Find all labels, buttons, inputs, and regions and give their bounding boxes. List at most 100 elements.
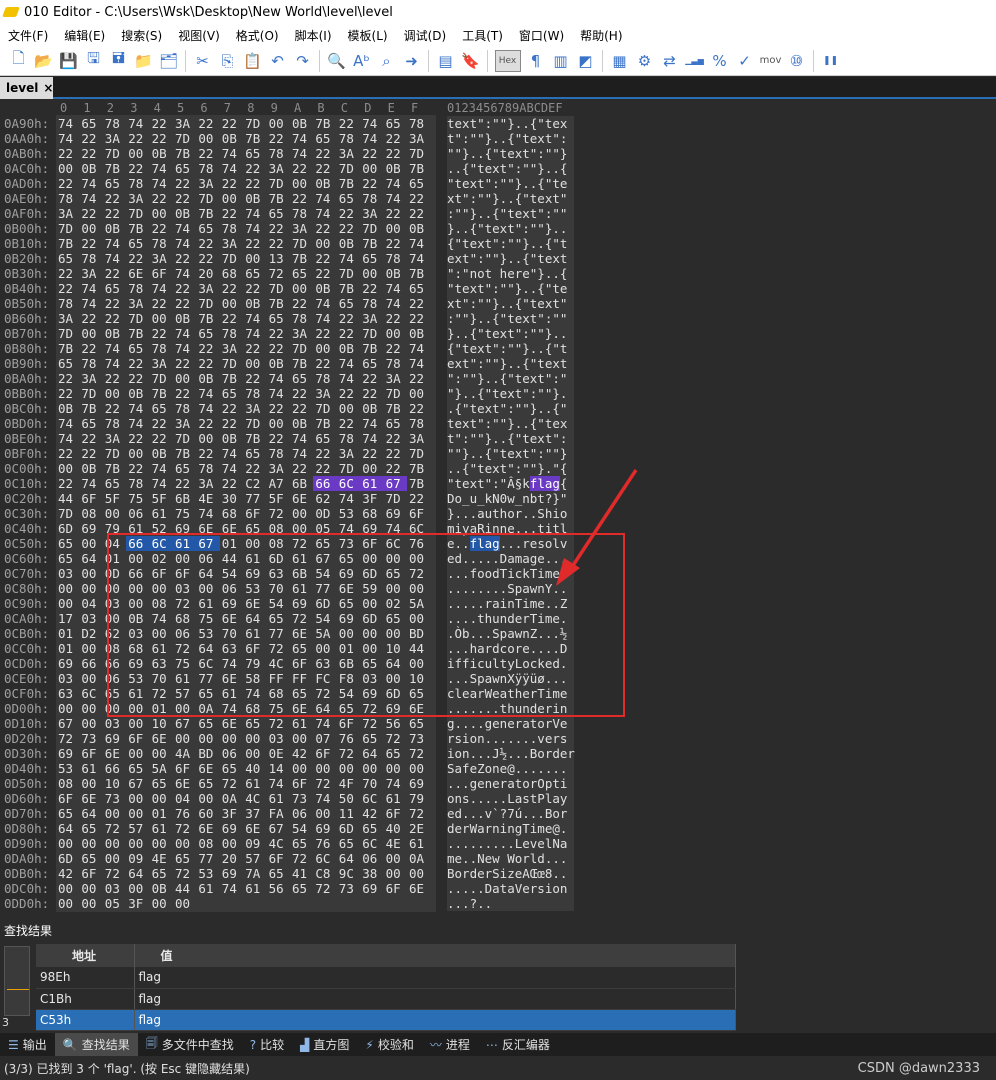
hex-byte[interactable]: C2 <box>245 476 268 491</box>
hex-byte[interactable]: 01 <box>339 641 362 656</box>
hex-byte[interactable]: 66 <box>105 656 128 671</box>
hex-byte[interactable]: 22 <box>269 236 292 251</box>
hex-byte[interactable]: 74 <box>198 401 221 416</box>
hex-byte[interactable]: 0B <box>292 416 315 431</box>
result-row[interactable]: 98Eh flag <box>36 967 736 989</box>
hex-byte[interactable]: 7D <box>292 341 315 356</box>
hex-byte[interactable]: 7B <box>58 341 81 356</box>
hex-byte[interactable]: 22 <box>81 431 104 446</box>
hex-byte[interactable]: 64 <box>386 656 409 671</box>
hex-byte[interactable]: 3A <box>315 386 338 401</box>
hex-byte[interactable]: 22 <box>315 251 338 266</box>
hex-byte[interactable]: 22 <box>386 341 409 356</box>
hex-byte[interactable]: 3A <box>128 191 151 206</box>
hex-byte[interactable]: 54 <box>315 566 338 581</box>
hex-byte[interactable]: 22 <box>386 431 409 446</box>
hex-byte[interactable]: 22 <box>339 386 362 401</box>
paragraph-icon[interactable]: ¶ <box>526 51 546 71</box>
tab-level[interactable]: level × <box>0 77 53 99</box>
hex-byte[interactable]: 76 <box>409 536 432 551</box>
menu-item-8[interactable]: 工具(T) <box>454 27 511 44</box>
hex-byte[interactable]: 75 <box>128 491 151 506</box>
menu-item-7[interactable]: 调试(D) <box>396 27 455 44</box>
hex-byte[interactable]: 0B <box>152 146 175 161</box>
hex-byte[interactable]: 61 <box>198 881 221 896</box>
ascii-text[interactable]: "text":"Â§kflag{ <box>447 476 574 491</box>
hex-byte[interactable]: 00 <box>222 191 245 206</box>
hex-byte[interactable]: 65 <box>245 446 268 461</box>
hex-byte[interactable]: 00 <box>81 536 104 551</box>
hex-byte[interactable]: 6E <box>245 596 268 611</box>
hex-byte[interactable]: 74 <box>245 686 268 701</box>
hex-byte[interactable]: 73 <box>409 731 432 746</box>
hex-byte[interactable]: 00 <box>292 521 315 536</box>
hex-byte[interactable]: 08 <box>105 641 128 656</box>
hex-byte[interactable]: 00 <box>362 626 385 641</box>
hex-byte[interactable]: 00 <box>222 296 245 311</box>
ascii-text[interactable]: BorderSizeAŒœ8.. <box>447 866 574 881</box>
hex-byte[interactable]: 62 <box>315 491 338 506</box>
hex-byte[interactable]: 78 <box>152 341 175 356</box>
hex-byte[interactable]: 65 <box>409 716 432 731</box>
hex-byte[interactable]: 22 <box>362 446 385 461</box>
hex-byte[interactable]: 65 <box>105 686 128 701</box>
hex-byte[interactable]: 03 <box>105 596 128 611</box>
hex-byte[interactable]: 7B <box>175 146 198 161</box>
hex-byte[interactable]: 54 <box>222 566 245 581</box>
hex-byte[interactable]: 00 <box>128 446 151 461</box>
hex-byte[interactable]: 00 <box>175 896 198 911</box>
hex-byte[interactable]: 4E <box>152 851 175 866</box>
hex-byte[interactable]: 6D <box>386 686 409 701</box>
hex-byte[interactable]: 22 <box>152 131 175 146</box>
hex-byte[interactable]: 22 <box>105 401 128 416</box>
hex-byte[interactable]: 61 <box>173 536 197 551</box>
hex-byte[interactable]: 3A <box>198 476 221 491</box>
ascii-text[interactable]: text":""}..{"tex <box>447 416 574 431</box>
hex-byte[interactable]: 65 <box>175 161 198 176</box>
hex-byte[interactable]: 76 <box>315 836 338 851</box>
hex-byte[interactable]: 67 <box>315 551 338 566</box>
hex-byte[interactable]: 78 <box>198 161 221 176</box>
hex-byte[interactable]: 78 <box>339 131 362 146</box>
hex-byte[interactable]: 64 <box>81 806 104 821</box>
ascii-text[interactable]: {"text":""}..{"t <box>447 341 574 356</box>
hex-byte[interactable]: 6F <box>81 746 104 761</box>
ascii-text[interactable]: }...author..Shio <box>447 506 574 521</box>
ascii-text[interactable]: clearWeatherTime <box>447 686 574 701</box>
hex-byte[interactable]: 00 <box>315 761 338 776</box>
hex-byte[interactable]: 74 <box>292 446 315 461</box>
hex-byte[interactable]: 40 <box>386 821 409 836</box>
hex-byte[interactable]: 65 <box>81 416 104 431</box>
hex-byte[interactable]: 74 <box>175 326 198 341</box>
hex-byte[interactable]: 00 <box>58 161 81 176</box>
hex-byte[interactable]: 0A <box>198 701 221 716</box>
hex-byte[interactable]: 72 <box>269 716 292 731</box>
ascii-text[interactable]: .{"text":""}..{" <box>447 401 574 416</box>
hex-byte[interactable]: 65 <box>269 206 292 221</box>
hex-byte[interactable]: 74 <box>175 266 198 281</box>
hex-byte[interactable]: 74 <box>152 176 175 191</box>
hex-byte[interactable]: 00 <box>105 701 128 716</box>
hex-byte[interactable]: 4F <box>339 776 362 791</box>
hex-byte[interactable]: 7D <box>58 221 81 236</box>
hex-byte[interactable]: 22 <box>81 131 104 146</box>
hex-byte[interactable]: 4E <box>386 836 409 851</box>
hex-byte[interactable]: 00 <box>339 626 362 641</box>
ascii-text[interactable]: t":""}..{"text": <box>447 431 574 446</box>
hex-byte[interactable]: 00 <box>198 791 221 806</box>
hex-byte[interactable]: 74 <box>105 251 128 266</box>
hex-byte[interactable]: 22 <box>362 281 385 296</box>
result-row[interactable]: C53h flag <box>36 1009 736 1031</box>
hex-byte[interactable]: 9C <box>339 866 362 881</box>
ascii-text[interactable]: Do_u_kN0w_nbt?}" <box>447 491 574 506</box>
hex-byte[interactable]: 65 <box>292 371 315 386</box>
hex-byte[interactable]: 57 <box>128 821 151 836</box>
hex-byte[interactable]: 22 <box>409 401 432 416</box>
hex-byte[interactable]: 22 <box>409 191 432 206</box>
hex-byte[interactable]: 22 <box>58 176 81 191</box>
hex-byte[interactable]: 65 <box>362 731 385 746</box>
hex-byte[interactable]: 65 <box>222 761 245 776</box>
hex-byte[interactable]: 74 <box>81 476 104 491</box>
hex-byte[interactable]: 7D <box>315 401 338 416</box>
ascii-text[interactable]: ...generatorOpti <box>447 776 574 791</box>
